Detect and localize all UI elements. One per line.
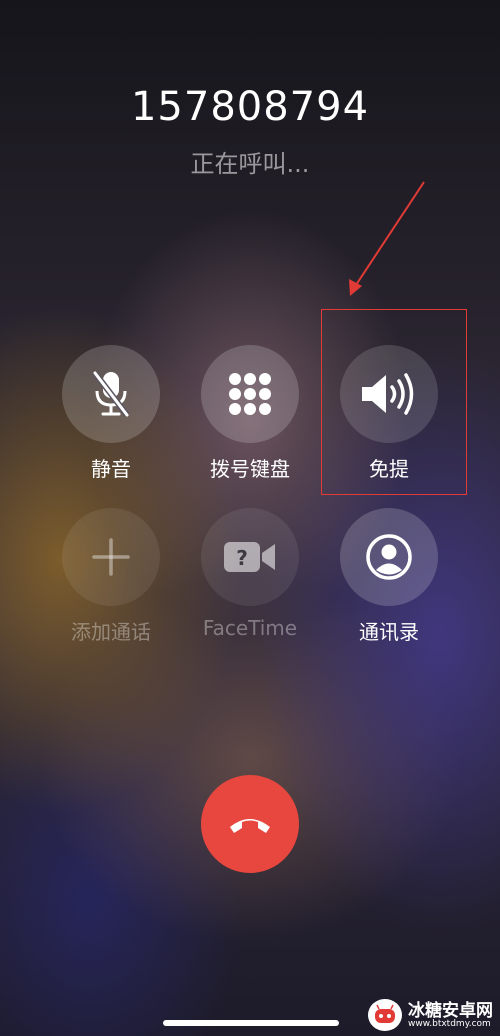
add-call-label: 添加通话 [71, 620, 151, 644]
contacts-button[interactable]: 通讯录 [329, 508, 449, 645]
add-call-button[interactable]: 添加通话 [51, 508, 171, 645]
robot-logo-icon [375, 1004, 395, 1023]
watermark-title: 冰糖安卓网 [408, 1001, 493, 1021]
watermark-url: www.btxtdmy.com [408, 1019, 491, 1029]
speaker-label: 免提 [369, 457, 409, 481]
end-call-button[interactable] [201, 775, 299, 873]
watermark: 冰糖安卓网 www.btxtdmy.com [368, 996, 498, 1034]
call-status: 正在呼叫... [190, 150, 310, 178]
facetime-button[interactable]: ? FaceTime [190, 508, 310, 640]
plus-icon [92, 538, 130, 576]
mute-label: 静音 [91, 457, 131, 481]
speaker-button[interactable]: 免提 [329, 345, 449, 482]
svg-text:?: ? [236, 546, 248, 570]
facetime-label: FaceTime [202, 616, 298, 640]
watermark-logo [368, 999, 402, 1031]
speaker-icon [362, 373, 414, 415]
add-call-circle[interactable] [62, 508, 160, 606]
contacts-icon [366, 534, 412, 580]
keypad-icon [229, 373, 271, 415]
facetime-circle[interactable]: ? [201, 508, 299, 606]
mute-button[interactable]: 静音 [51, 345, 171, 482]
speaker-circle[interactable] [340, 345, 438, 443]
keypad-circle[interactable] [201, 345, 299, 443]
mute-circle[interactable] [62, 345, 160, 443]
mic-muted-icon [92, 371, 130, 417]
home-indicator[interactable] [163, 1020, 339, 1026]
facetime-icon: ? [224, 542, 275, 572]
keypad-button[interactable]: 拨号键盘 [190, 345, 310, 482]
phone-hangup-icon [230, 819, 270, 833]
contacts-circle[interactable] [340, 508, 438, 606]
contacts-label: 通讯录 [359, 620, 419, 644]
keypad-label: 拨号键盘 [210, 457, 290, 481]
annotation-arrow [349, 181, 425, 296]
call-number: 157808794 [130, 84, 370, 130]
